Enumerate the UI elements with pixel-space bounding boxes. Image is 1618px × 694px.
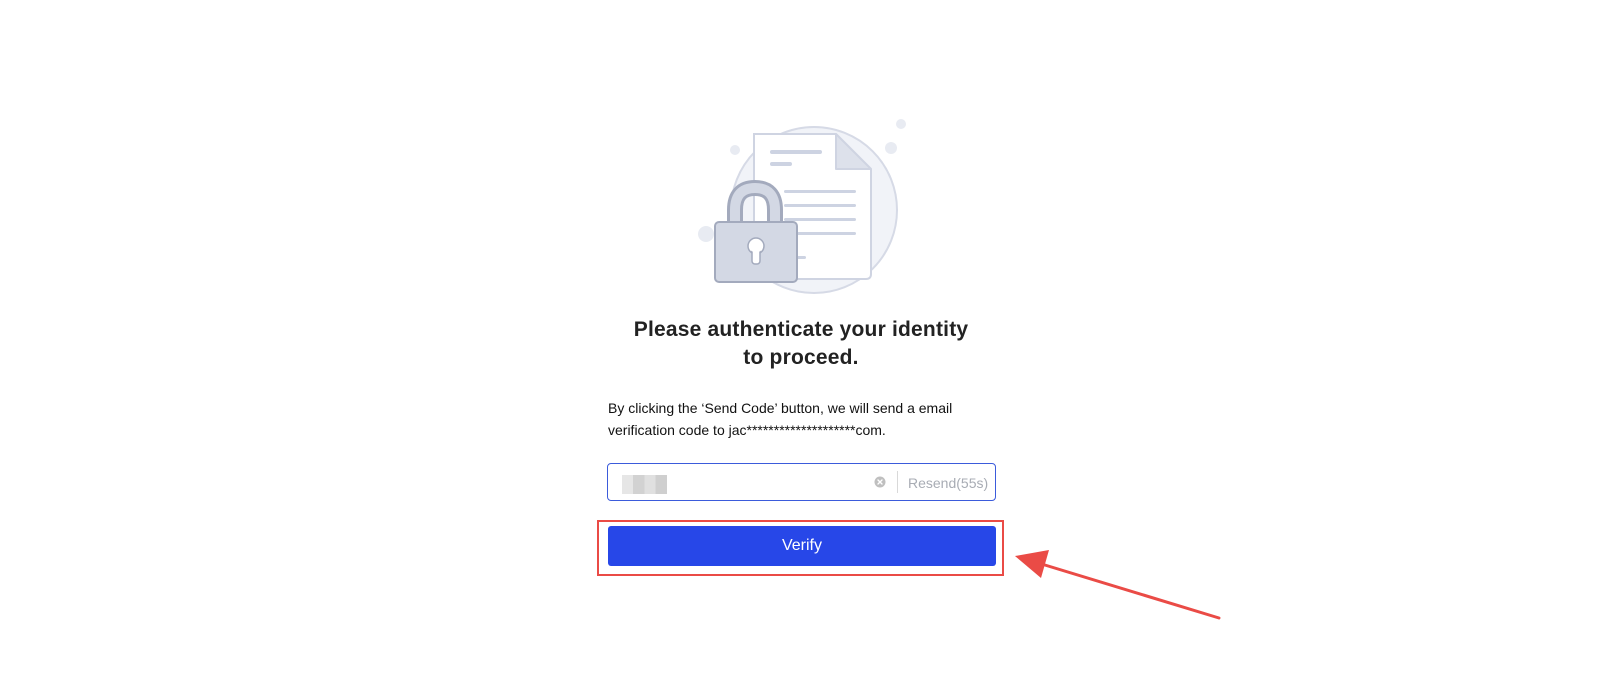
resend-code-button[interactable]: Resend(55s) [908,474,988,492]
input-divider [897,471,898,493]
document-lock-illustration [698,119,906,294]
clear-circle-icon[interactable] [874,476,886,488]
red-arrow-annotation [1015,550,1221,620]
code-value-pixelated [622,475,667,494]
verification-page: Please authenticate your identity to pro… [0,0,1618,694]
verification-description: By clicking the ‘Send Code’ button, we w… [608,400,953,438]
page-title: Please authenticate your identity to pro… [633,318,969,369]
verification-code-input[interactable]: Resend(55s) [607,463,996,501]
verify-button[interactable]: Verify [608,526,996,566]
